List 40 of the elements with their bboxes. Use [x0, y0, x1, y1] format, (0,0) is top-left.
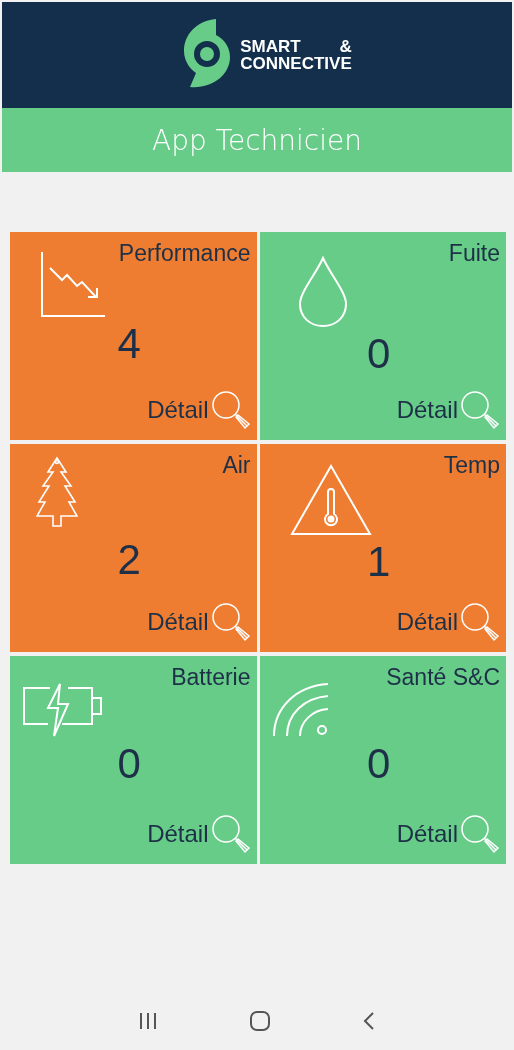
logo-ampersand: &: [339, 38, 352, 55]
alert-count: 2: [117, 536, 141, 584]
detail-link[interactable]: Détail: [396, 396, 458, 424]
detail-link[interactable]: Détail: [147, 396, 209, 424]
tile-title: Fuite: [448, 240, 500, 267]
recent-apps-icon[interactable]: [137, 1012, 158, 1030]
app-title: App Technicien: [152, 123, 362, 157]
home-icon[interactable]: [249, 1011, 271, 1031]
detail-link[interactable]: Détail: [147, 820, 209, 848]
detail-link[interactable]: Détail: [396, 820, 458, 848]
falling-chart-icon: [40, 252, 106, 318]
alert-count: 0: [117, 740, 141, 788]
status-tile[interactable]: Air 2 Détail: [10, 444, 257, 652]
status-tile[interactable]: Fuite 0 Détail: [259, 232, 506, 440]
status-tile[interactable]: Temp 1 Détail: [259, 444, 506, 652]
status-tile[interactable]: Performance 4 Détail: [10, 232, 257, 440]
alert-count: 1: [367, 538, 391, 586]
search-icon: [460, 390, 500, 430]
search-icon: [210, 390, 251, 430]
search-icon: [210, 814, 251, 854]
warning-thermometer-icon: [289, 464, 372, 536]
search-icon: [460, 814, 500, 854]
logo-text: CONNECTIVE: [240, 55, 352, 72]
back-icon[interactable]: [362, 1011, 377, 1031]
detail-link[interactable]: Détail: [147, 608, 209, 636]
status-tile[interactable]: Batterie 0 Détail: [10, 656, 257, 864]
tile-title: Santé S&C: [386, 664, 500, 691]
search-icon: [210, 602, 251, 642]
status-tile[interactable]: Santé S&C 0 Détail: [259, 656, 506, 864]
alert-count: 0: [367, 330, 391, 378]
logo-text: SMART: [240, 38, 301, 55]
water-drop-icon: [297, 256, 348, 328]
tile-title: Temp: [443, 452, 500, 479]
tile-title: Performance: [118, 240, 251, 267]
tile-title: Air: [222, 452, 251, 479]
alert-count: 0: [367, 740, 391, 788]
tile-title: Batterie: [171, 664, 251, 691]
detail-link[interactable]: Détail: [396, 608, 458, 636]
alert-count: 4: [117, 320, 141, 368]
search-icon: [460, 602, 500, 642]
